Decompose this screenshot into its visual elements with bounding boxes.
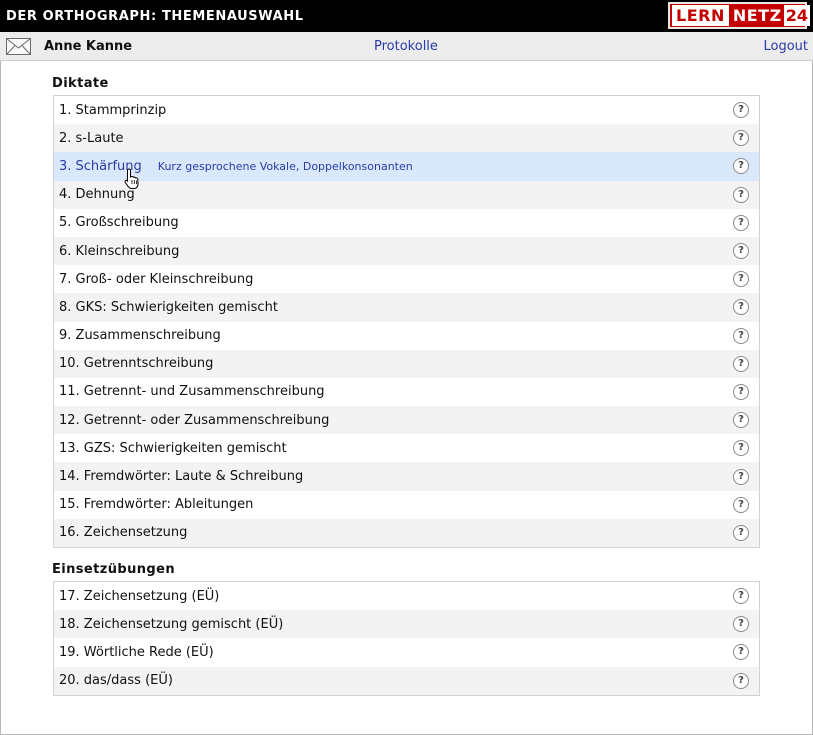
topic-row[interactable]: 10. Getrenntschreibung? (54, 349, 759, 378)
help-icon[interactable]: ? (733, 130, 749, 147)
topic-row[interactable]: 19. Wörtliche Rede (EÜ)? (54, 638, 759, 666)
topic-row[interactable]: 17. Zeichensetzung (EÜ)? (54, 582, 759, 610)
topic-row[interactable]: 3. Schärfung Kurz gesprochene Vokale, Dop… (54, 152, 759, 181)
diktate-list: 1. Stammprinzip? 2. s-Laute? 3. Schärfung K… (53, 95, 760, 548)
topic-label[interactable]: 2. s-Laute (59, 131, 124, 146)
logout-link[interactable]: Logout (763, 39, 808, 54)
help-icon[interactable]: ? (733, 243, 749, 260)
user-name: Anne Kanne (44, 39, 133, 54)
topic-label[interactable]: 14. Fremdwörter: Laute & Schreibung (59, 469, 303, 484)
topic-row[interactable]: 18. Zeichensetzung gemischt (EÜ)? (54, 610, 759, 639)
topic-label[interactable]: 8. GKS: Schwierigkeiten gemischt (59, 300, 278, 315)
help-icon[interactable]: ? (733, 412, 749, 429)
topic-row[interactable]: 2. s-Laute? (54, 124, 759, 153)
window-title: DER ORTHOGRAPH: THEMENAUSWAHL (6, 9, 304, 24)
help-icon[interactable]: ? (733, 672, 749, 689)
einsetzuebungen-list: 17. Zeichensetzung (EÜ)? 18. Zeichensetzu… (53, 581, 760, 696)
topic-row[interactable]: 12. Getrennt- oder Zusammenschreibung? (54, 406, 759, 435)
section-title-einsetzuebungen: Einsetzübungen (52, 562, 175, 577)
help-icon[interactable]: ? (733, 383, 749, 400)
help-icon[interactable]: ? (733, 214, 749, 231)
help-icon[interactable]: ? (733, 616, 749, 633)
topic-label[interactable]: 4. Dehnung (59, 187, 135, 202)
topic-label[interactable]: 16. Zeichensetzung (59, 525, 187, 540)
help-icon[interactable]: ? (733, 644, 749, 661)
help-icon[interactable]: ? (733, 440, 749, 457)
topic-row[interactable]: 1. Stammprinzip? (54, 96, 759, 124)
topic-row[interactable]: 4. Dehnung? (54, 180, 759, 209)
logo-part-lern: LERN (672, 5, 729, 26)
help-icon[interactable]: ? (733, 496, 749, 513)
lernnetz24-logo: LERN NETZ 24 (668, 2, 810, 29)
topic-row[interactable]: 5. Großschreibung? (54, 209, 759, 237)
help-icon[interactable]: ? (733, 102, 749, 119)
help-icon[interactable]: ? (733, 524, 749, 541)
topic-label[interactable]: 10. Getrenntschreibung (59, 356, 213, 371)
topic-label[interactable]: 15. Fremdwörter: Ableitungen (59, 497, 253, 512)
help-icon[interactable]: ? (733, 271, 749, 288)
topic-row[interactable]: 20. das/dass (EÜ)? (54, 666, 759, 695)
help-icon[interactable]: ? (733, 588, 749, 605)
logo-part-number: 24 (783, 5, 810, 26)
title-bar: DER ORTHOGRAPH: THEMENAUSWAHL LERN NETZ … (0, 0, 813, 32)
help-icon[interactable]: ? (733, 327, 749, 344)
envelope-icon[interactable] (6, 38, 31, 55)
topic-label[interactable]: 17. Zeichensetzung (EÜ) (59, 589, 219, 604)
topic-row[interactable]: 8. GKS: Schwierigkeiten gemischt? (54, 293, 759, 322)
section-title-diktate: Diktate (52, 76, 109, 91)
topic-row[interactable]: 16. Zeichensetzung? (54, 518, 759, 547)
logo-part-netz: NETZ (732, 6, 782, 25)
topic-label[interactable]: 3. Schärfung (59, 159, 142, 174)
topic-label[interactable]: 18. Zeichensetzung gemischt (EÜ) (59, 617, 283, 632)
topic-label[interactable]: 9. Zusammenschreibung (59, 328, 221, 343)
toolbar: Anne Kanne Protokolle Logout (0, 32, 813, 61)
topic-label[interactable]: 13. GZS: Schwierigkeiten gemischt (59, 441, 287, 456)
topic-row[interactable]: 14. Fremdwörter: Laute & Schreibung? (54, 462, 759, 491)
topic-description: Kurz gesprochene Vokale, Doppelkonsonant… (157, 159, 413, 173)
topic-row[interactable]: 7. Groß- oder Kleinschreibung? (54, 265, 759, 293)
topic-label[interactable]: 19. Wörtliche Rede (EÜ) (59, 645, 214, 660)
topic-row[interactable]: 11. Getrennt- und Zusammenschreibung? (54, 378, 759, 406)
help-icon[interactable]: ? (733, 186, 749, 203)
topic-label[interactable]: 7. Groß- oder Kleinschreibung (59, 272, 253, 287)
topic-row[interactable]: 13. GZS: Schwierigkeiten gemischt? (54, 434, 759, 462)
topic-label[interactable]: 1. Stammprinzip (59, 103, 166, 118)
topic-label[interactable]: 20. das/dass (EÜ) (59, 673, 173, 688)
help-icon[interactable]: ? (733, 158, 749, 175)
topic-row[interactable]: 15. Fremdwörter: Ableitungen? (54, 491, 759, 519)
topic-row[interactable]: 9. Zusammenschreibung? (54, 322, 759, 350)
help-icon[interactable]: ? (733, 299, 749, 316)
help-icon[interactable]: ? (733, 468, 749, 485)
topic-label[interactable]: 11. Getrennt- und Zusammenschreibung (59, 384, 325, 399)
topic-label[interactable]: 5. Großschreibung (59, 215, 179, 230)
topic-label[interactable]: 6. Kleinschreibung (59, 244, 179, 259)
topic-label[interactable]: 12. Getrennt- oder Zusammenschreibung (59, 413, 329, 428)
topic-row[interactable]: 6. Kleinschreibung? (54, 236, 759, 266)
help-icon[interactable]: ? (733, 355, 749, 372)
protocols-link[interactable]: Protokolle (374, 39, 438, 54)
